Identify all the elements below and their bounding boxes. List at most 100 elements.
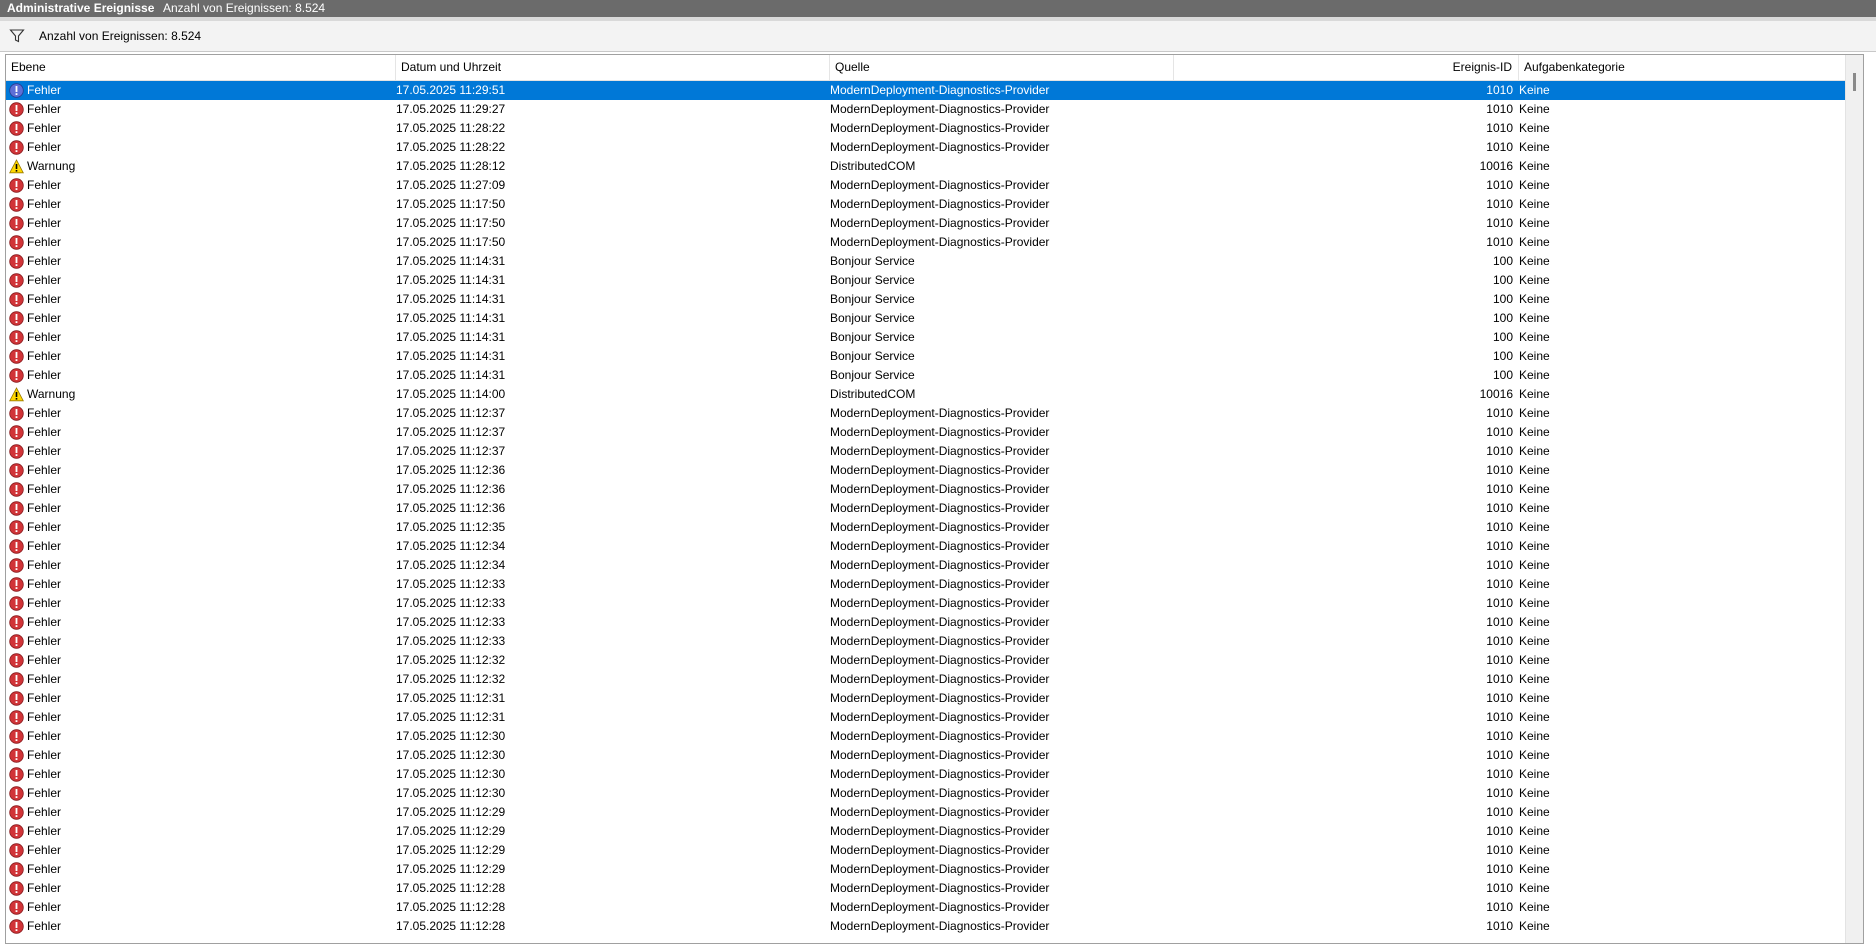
level-text: Fehler: [27, 558, 62, 572]
table-row[interactable]: Fehler 17.05.2025 11:12:34 ModernDeploymen…: [6, 556, 1859, 575]
cell-category: Keine: [1519, 330, 1550, 344]
cell-event-id: 1010: [1486, 596, 1513, 610]
table-row[interactable]: Fehler 17.05.2025 11:12:34 ModernDeploymen…: [6, 537, 1859, 556]
table-row[interactable]: Fehler 17.05.2025 11:12:29 ModernDeploymen…: [6, 822, 1859, 841]
table-row[interactable]: Fehler 17.05.2025 11:12:29 ModernDeploymen…: [6, 803, 1859, 822]
level-text: Fehler: [27, 748, 62, 762]
table-row[interactable]: Fehler 17.05.2025 11:29:51 ModernDeploymen…: [6, 81, 1859, 100]
scrollbar-thumb[interactable]: [1853, 73, 1856, 91]
table-row[interactable]: Fehler 17.05.2025 11:12:30 ModernDeploymen…: [6, 727, 1859, 746]
event-list[interactable]: Ebene Datum und Uhrzeit Quelle Ereignis-…: [5, 54, 1864, 944]
table-row[interactable]: Fehler 17.05.2025 11:12:37 ModernDeploymen…: [6, 442, 1859, 461]
cell-event-id: 100: [1492, 368, 1513, 382]
level-text: Fehler: [27, 235, 62, 249]
vertical-scrollbar[interactable]: [1845, 55, 1863, 943]
table-row[interactable]: Fehler 17.05.2025 11:12:30 ModernDeploymen…: [6, 765, 1859, 784]
table-row[interactable]: Fehler 17.05.2025 11:14:31 Bonjour Service…: [6, 347, 1859, 366]
table-row[interactable]: Fehler 17.05.2025 11:27:09 ModernDeploymen…: [6, 176, 1859, 195]
cell-category: Keine: [1519, 634, 1550, 648]
cell-category: Keine: [1519, 292, 1550, 306]
table-row[interactable]: Fehler 17.05.2025 11:12:30 ModernDeploymen…: [6, 746, 1859, 765]
cell-category: Keine: [1519, 691, 1550, 705]
cell-event-id: 1010: [1486, 482, 1513, 496]
table-row[interactable]: Warnung 17.05.2025 11:14:00 DistributedCOM…: [6, 385, 1859, 404]
cell-level: Fehler: [6, 537, 390, 556]
table-row[interactable]: Fehler 17.05.2025 11:12:28 ModernDeploymen…: [6, 879, 1859, 898]
cell-level: Fehler: [6, 309, 390, 328]
table-row[interactable]: Fehler 17.05.2025 11:12:36 ModernDeploymen…: [6, 461, 1859, 480]
table-row[interactable]: Fehler 17.05.2025 11:12:37 ModernDeploymen…: [6, 423, 1859, 442]
table-row[interactable]: Fehler 17.05.2025 11:12:35 ModernDeploymen…: [6, 518, 1859, 537]
cell-level: Fehler: [6, 689, 390, 708]
level-text: Fehler: [27, 273, 62, 287]
cell-source: DistributedCOM: [830, 387, 916, 401]
cell-level: Fehler: [6, 708, 390, 727]
table-row[interactable]: Fehler 17.05.2025 11:12:36 ModernDeploymen…: [6, 499, 1859, 518]
cell-level: Fehler: [6, 461, 390, 480]
table-row[interactable]: Fehler 17.05.2025 11:14:31 Bonjour Service…: [6, 366, 1859, 385]
error-icon: [9, 444, 24, 459]
cell-source: ModernDeployment-Diagnostics-Provider: [830, 691, 1050, 705]
table-row[interactable]: Fehler 17.05.2025 11:17:50 ModernDeploymen…: [6, 233, 1859, 252]
level-text: Fehler: [27, 539, 62, 553]
table-row[interactable]: Fehler 17.05.2025 11:14:31 Bonjour Service…: [6, 252, 1859, 271]
column-header-source[interactable]: Quelle: [830, 55, 1174, 80]
table-row[interactable]: Fehler 17.05.2025 11:12:32 ModernDeploymen…: [6, 651, 1859, 670]
table-row[interactable]: Fehler 17.05.2025 11:17:50 ModernDeploymen…: [6, 195, 1859, 214]
cell-source: ModernDeployment-Diagnostics-Provider: [830, 786, 1050, 800]
column-header-level[interactable]: Ebene: [6, 55, 396, 80]
table-row[interactable]: Fehler 17.05.2025 11:12:31 ModernDeploymen…: [6, 689, 1859, 708]
table-row[interactable]: Fehler 17.05.2025 11:29:27 ModernDeploymen…: [6, 100, 1859, 119]
table-row[interactable]: Fehler 17.05.2025 11:14:31 Bonjour Service…: [6, 271, 1859, 290]
table-row[interactable]: Fehler 17.05.2025 11:12:33 ModernDeploymen…: [6, 632, 1859, 651]
cell-level: Fehler: [6, 100, 390, 119]
table-row[interactable]: Fehler 17.05.2025 11:17:50 ModernDeploymen…: [6, 214, 1859, 233]
table-row[interactable]: Fehler 17.05.2025 11:12:29 ModernDeploymen…: [6, 841, 1859, 860]
table-row[interactable]: Fehler 17.05.2025 11:12:28 ModernDeploymen…: [6, 898, 1859, 917]
table-row[interactable]: Fehler 17.05.2025 11:12:28 ModernDeploymen…: [6, 917, 1859, 936]
table-row[interactable]: Fehler 17.05.2025 11:12:33 ModernDeploymen…: [6, 575, 1859, 594]
cell-source: DistributedCOM: [830, 159, 916, 173]
cell-category: Keine: [1519, 406, 1550, 420]
table-row[interactable]: Fehler 17.05.2025 11:12:36 ModernDeploymen…: [6, 480, 1859, 499]
cell-category: Keine: [1519, 520, 1550, 534]
table-row[interactable]: Fehler 17.05.2025 11:12:30 ModernDeploymen…: [6, 784, 1859, 803]
table-row[interactable]: Fehler 17.05.2025 11:14:31 Bonjour Service…: [6, 290, 1859, 309]
cell-level: Fehler: [6, 176, 390, 195]
table-row[interactable]: Fehler 17.05.2025 11:12:37 ModernDeploymen…: [6, 404, 1859, 423]
table-row[interactable]: Warnung 17.05.2025 11:28:12 DistributedCOM…: [6, 157, 1859, 176]
table-row[interactable]: Fehler 17.05.2025 11:12:29 ModernDeploymen…: [6, 860, 1859, 879]
cell-event-id: 1010: [1486, 425, 1513, 439]
table-row[interactable]: Fehler 17.05.2025 11:12:32 ModernDeploymen…: [6, 670, 1859, 689]
cell-category: Keine: [1519, 881, 1550, 895]
cell-category: Keine: [1519, 425, 1550, 439]
cell-category: Keine: [1519, 463, 1550, 477]
table-row[interactable]: Fehler 17.05.2025 11:28:22 ModernDeploymen…: [6, 119, 1859, 138]
column-header-date[interactable]: Datum und Uhrzeit: [396, 55, 830, 80]
table-row[interactable]: Fehler 17.05.2025 11:12:33 ModernDeploymen…: [6, 594, 1859, 613]
cell-date: 17.05.2025 11:28:12: [396, 159, 506, 173]
cell-category: Keine: [1519, 786, 1550, 800]
column-header-event-id[interactable]: Ereignis-ID: [1174, 55, 1519, 80]
cell-date: 17.05.2025 11:12:32: [396, 653, 506, 667]
error-icon: [9, 691, 24, 706]
table-row[interactable]: Fehler 17.05.2025 11:12:33 ModernDeploymen…: [6, 613, 1859, 632]
error-icon: [9, 140, 24, 155]
level-text: Fehler: [27, 672, 62, 686]
cell-level: Fehler: [6, 727, 390, 746]
table-row[interactable]: Fehler 17.05.2025 11:12:31 ModernDeploymen…: [6, 708, 1859, 727]
level-text: Fehler: [27, 425, 62, 439]
cell-event-id: 1010: [1486, 691, 1513, 705]
cell-date: 17.05.2025 11:12:37: [396, 444, 506, 458]
cell-event-id: 1010: [1486, 881, 1513, 895]
filter-icon[interactable]: [9, 28, 25, 44]
cell-category: Keine: [1519, 273, 1550, 287]
table-row[interactable]: Fehler 17.05.2025 11:14:31 Bonjour Service…: [6, 328, 1859, 347]
error-icon: [9, 710, 24, 725]
cell-date: 17.05.2025 11:12:28: [396, 900, 506, 914]
column-header-category[interactable]: Aufgabenkategorie: [1519, 55, 1859, 80]
table-row[interactable]: Fehler 17.05.2025 11:14:31 Bonjour Service…: [6, 309, 1859, 328]
table-row[interactable]: Fehler 17.05.2025 11:28:22 ModernDeploymen…: [6, 138, 1859, 157]
cell-date: 17.05.2025 11:14:31: [396, 292, 506, 306]
level-text: Fehler: [27, 862, 62, 876]
